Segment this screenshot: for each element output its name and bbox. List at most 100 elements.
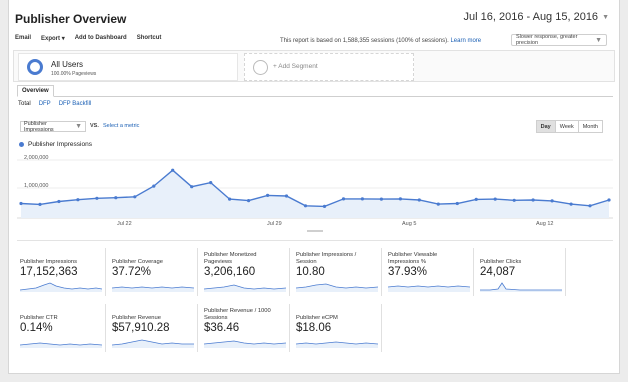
data-point[interactable]	[266, 193, 270, 197]
precision-select[interactable]: Slower response, greater precision ▼	[511, 34, 607, 46]
metric-value: $36.46	[204, 322, 240, 334]
legend-label: Publisher Impressions	[28, 141, 92, 148]
month-button[interactable]: Month	[577, 120, 603, 133]
select-metric-link[interactable]: Select a metric	[103, 123, 139, 129]
shortcut-button[interactable]: Shortcut	[137, 35, 162, 42]
x-tick-label: Aug 5	[402, 221, 416, 227]
data-point[interactable]	[303, 204, 308, 208]
data-point[interactable]	[493, 197, 497, 201]
metric-sparkline	[204, 284, 286, 292]
metric-tile[interactable]: Publisher Impressions 17,152,363	[18, 248, 106, 296]
sampling-text: This report is based on 1,588,355 sessio…	[280, 38, 449, 44]
learn-more-link[interactable]: Learn more	[450, 38, 481, 44]
week-button[interactable]: Week	[554, 120, 579, 133]
subtab-total[interactable]: Total	[18, 101, 31, 107]
metric-tile[interactable]: Publisher Revenue / 1000 Sessions $36.46	[202, 304, 290, 352]
segment-all-users[interactable]: All Users 100.00% Pageviews	[18, 53, 238, 81]
data-point[interactable]	[569, 202, 573, 206]
metric-value: 24,087	[480, 266, 516, 278]
metric-value: 0.14%	[20, 322, 53, 334]
metric-value: 10.80	[296, 266, 325, 278]
metric-tile[interactable]: Publisher Coverage 37.72%	[110, 248, 198, 296]
tab-overview[interactable]: Overview	[17, 85, 54, 97]
data-point[interactable]	[19, 201, 23, 206]
data-point[interactable]	[550, 199, 554, 203]
subtab-bar: Total DFP DFP Backfill	[18, 101, 91, 107]
metric-sparkline	[480, 282, 562, 292]
data-point[interactable]	[474, 197, 478, 201]
data-point[interactable]	[228, 197, 232, 201]
report-toolbar: Email Export ▾ Add to Dashboard Shortcut	[15, 35, 161, 42]
metric-sparkline	[112, 339, 194, 348]
day-button[interactable]: Day	[535, 120, 556, 133]
metric-tile[interactable]: Publisher eCPM $18.06	[294, 304, 382, 352]
add-to-dashboard-button[interactable]: Add to Dashboard	[75, 35, 127, 42]
data-point[interactable]	[607, 198, 611, 202]
data-point[interactable]	[95, 196, 99, 200]
metric-tile[interactable]: Publisher Clicks 24,087	[478, 248, 566, 296]
data-point[interactable]	[531, 198, 535, 202]
data-point[interactable]	[379, 197, 383, 201]
section-divider	[17, 240, 613, 241]
data-point[interactable]	[247, 199, 251, 203]
segment-name: All Users	[51, 60, 84, 69]
metric-sparkline	[296, 341, 378, 348]
chevron-down-icon: ▾	[61, 36, 65, 42]
metric-tile[interactable]: Publisher Impressions / Session 10.80	[294, 248, 382, 296]
segment-circle-icon	[27, 59, 43, 75]
metric-label: Publisher Coverage	[112, 259, 163, 265]
date-range-text: Jul 16, 2016 - Aug 15, 2016	[463, 11, 599, 23]
metric-tile[interactable]: Publisher Revenue $57,910.28	[110, 304, 198, 352]
data-point[interactable]	[76, 198, 80, 202]
add-segment-label: + Add Segment	[273, 63, 318, 70]
metric-label: Publisher Monetized Pageviews	[204, 252, 257, 265]
metric-sparkline	[296, 283, 378, 292]
empty-circle-icon	[253, 60, 268, 75]
metric-value: $18.06	[296, 322, 332, 334]
add-segment-button[interactable]: + Add Segment	[244, 53, 414, 81]
email-button[interactable]: Email	[15, 35, 31, 42]
y-tick-label: 2,000,000	[24, 155, 48, 161]
chart-resize-handle[interactable]	[307, 230, 323, 232]
metric-tile[interactable]: Publisher Viewable Impressions % 37.93%	[386, 248, 474, 296]
data-point[interactable]	[284, 194, 289, 198]
x-tick-label: Aug 12	[536, 221, 553, 227]
data-point[interactable]	[38, 202, 42, 206]
data-point[interactable]	[398, 197, 402, 201]
page-title: Publisher Overview	[15, 12, 127, 26]
data-point[interactable]	[360, 197, 364, 201]
metric-value: 37.72%	[112, 266, 152, 278]
data-point[interactable]	[588, 204, 592, 208]
x-tick-label: Jul 22	[117, 221, 132, 227]
subtab-dfp-backfill[interactable]: DFP Backfill	[59, 101, 92, 107]
data-point[interactable]	[417, 198, 421, 202]
data-point[interactable]	[436, 202, 440, 206]
export-button[interactable]: Export ▾	[41, 35, 65, 42]
metric-tile[interactable]: Publisher CTR 0.14%	[18, 304, 106, 352]
data-point[interactable]	[133, 195, 137, 199]
data-point[interactable]	[171, 168, 175, 172]
metric-sparkline	[204, 340, 286, 348]
data-point[interactable]	[190, 185, 194, 189]
data-point[interactable]	[152, 184, 156, 188]
metric-label: Publisher Revenue	[112, 315, 161, 321]
granularity-toggle: Day Week Month	[535, 120, 603, 133]
primary-metric-select[interactable]: Publisher Impressions ▼	[20, 121, 86, 133]
legend-dot-icon	[19, 142, 24, 147]
data-point[interactable]	[455, 201, 459, 206]
data-point[interactable]	[209, 181, 213, 185]
y-tick-label: 1,000,000	[24, 183, 48, 189]
data-point[interactable]	[57, 199, 61, 204]
data-point[interactable]	[512, 198, 516, 202]
data-point[interactable]	[341, 197, 346, 201]
data-point[interactable]	[114, 196, 118, 200]
chart-legend: Publisher Impressions	[19, 141, 92, 148]
data-point[interactable]	[322, 204, 327, 208]
metric-label: Publisher Clicks	[480, 259, 522, 265]
report-frame: Publisher Overview Jul 16, 2016 - Aug 15…	[8, 0, 620, 374]
date-range-picker[interactable]: Jul 16, 2016 - Aug 15, 2016 ▼	[464, 11, 610, 23]
series-area	[21, 170, 609, 218]
sampling-note: This report is based on 1,588,355 sessio…	[280, 38, 481, 44]
subtab-dfp[interactable]: DFP	[39, 101, 51, 107]
metric-tile[interactable]: Publisher Monetized Pageviews 3,206,160	[202, 248, 290, 296]
